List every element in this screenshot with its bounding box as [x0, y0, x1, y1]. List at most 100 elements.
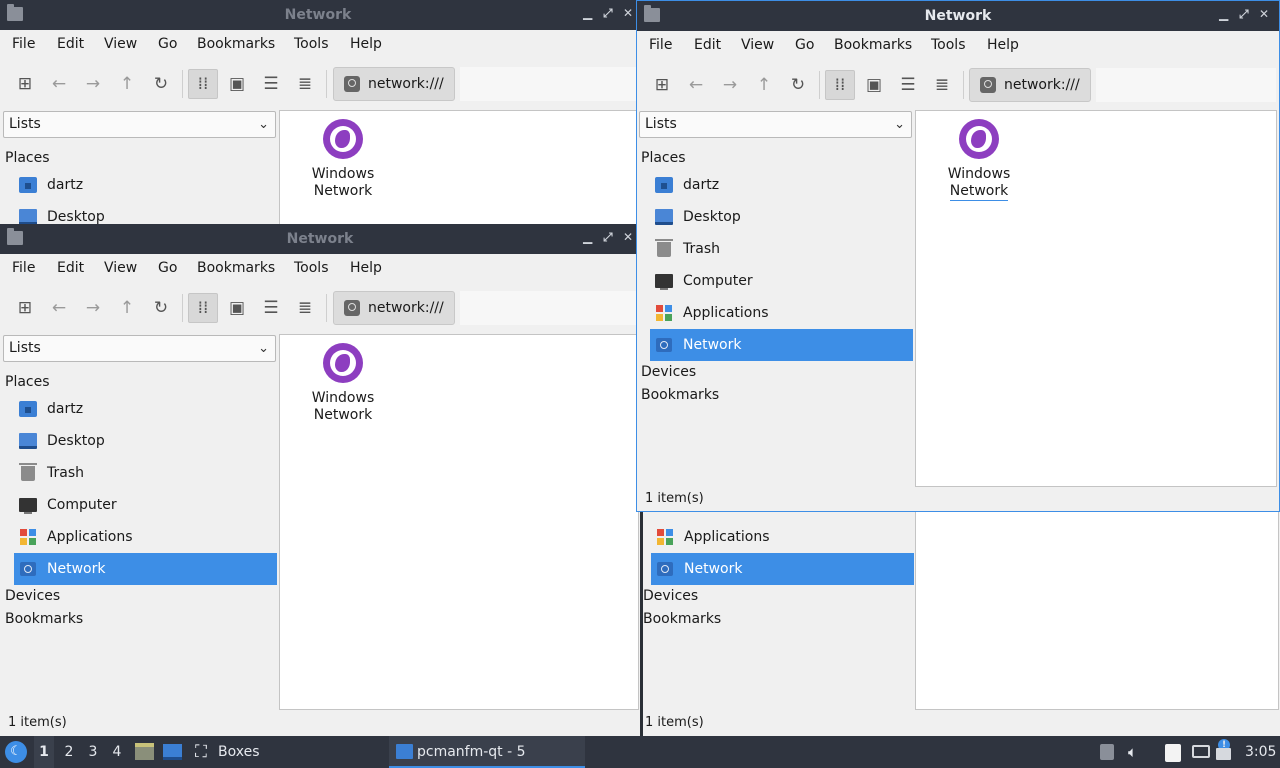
- forward-icon[interactable]: →: [78, 69, 108, 99]
- boxes-icon[interactable]: ⛶: [195, 736, 207, 768]
- boxes-launcher-label[interactable]: Boxes: [218, 736, 260, 768]
- menu-file[interactable]: File: [12, 36, 35, 52]
- back-icon[interactable]: ←: [44, 69, 74, 99]
- icon-view-icon[interactable]: ⁞⁞: [825, 70, 855, 100]
- icon-view-icon[interactable]: ⁞⁞: [188, 69, 218, 99]
- places-header[interactable]: Places: [641, 150, 686, 166]
- menu-bookmarks[interactable]: Bookmarks: [834, 37, 912, 53]
- workspace-4[interactable]: 4: [108, 736, 126, 768]
- detailed-list-icon[interactable]: ≣: [290, 69, 320, 99]
- file-view[interactable]: [915, 500, 1279, 710]
- task-button-pcmanfm[interactable]: pcmanfm-qt - 5 windo…: [389, 736, 585, 768]
- compact-view-icon[interactable]: ☰: [256, 69, 286, 99]
- back-icon[interactable]: ←: [681, 70, 711, 100]
- bookmarks-header[interactable]: Bookmarks: [5, 611, 83, 627]
- devices-header[interactable]: Devices: [641, 364, 696, 380]
- menu-go[interactable]: Go: [158, 36, 177, 52]
- app-menu-icon[interactable]: ☾: [5, 741, 27, 763]
- compact-view-icon[interactable]: ☰: [893, 70, 923, 100]
- new-tab-icon[interactable]: ⊞: [10, 293, 40, 323]
- file-item-windows-network[interactable]: Windows Network: [298, 119, 388, 200]
- sidebar-item-applications[interactable]: Applications: [651, 521, 914, 553]
- menu-tools[interactable]: Tools: [294, 36, 329, 52]
- menu-edit[interactable]: Edit: [694, 37, 721, 53]
- close-icon[interactable]: ✕: [623, 230, 633, 244]
- menu-bookmarks[interactable]: Bookmarks: [197, 260, 275, 276]
- window-titlebar[interactable]: Network ▁ ⤢ ✕: [0, 224, 640, 254]
- sidebar-item-dartz[interactable]: dartz: [14, 169, 277, 201]
- path-button[interactable]: network:///: [333, 67, 455, 101]
- menu-help[interactable]: Help: [350, 36, 382, 52]
- sidebar-item-dartz[interactable]: dartz: [650, 169, 913, 201]
- network-status-icon[interactable]: [1192, 745, 1210, 758]
- sidebar-item-network[interactable]: Network: [651, 553, 914, 585]
- menu-file[interactable]: File: [649, 37, 672, 53]
- side-pane-mode-select[interactable]: Lists ⌄: [639, 111, 912, 138]
- menu-tools[interactable]: Tools: [931, 37, 966, 53]
- minimize-icon[interactable]: ▁: [583, 230, 592, 244]
- up-icon[interactable]: ↑: [112, 69, 142, 99]
- file-manager-launcher-icon[interactable]: [135, 743, 154, 760]
- sidebar-item-desktop[interactable]: Desktop: [14, 425, 277, 457]
- sidebar-item-dartz[interactable]: dartz: [14, 393, 277, 425]
- menu-edit[interactable]: Edit: [57, 36, 84, 52]
- up-icon[interactable]: ↑: [749, 70, 779, 100]
- sidebar-item-applications[interactable]: Applications: [14, 521, 277, 553]
- menu-bookmarks[interactable]: Bookmarks: [197, 36, 275, 52]
- new-tab-icon[interactable]: ⊞: [647, 70, 677, 100]
- file-view[interactable]: Windows Network: [279, 110, 636, 224]
- menu-go[interactable]: Go: [795, 37, 814, 53]
- reload-icon[interactable]: ↻: [783, 70, 813, 100]
- side-pane-mode-select[interactable]: Lists ⌄: [3, 335, 276, 362]
- menu-view[interactable]: View: [741, 37, 774, 53]
- places-header[interactable]: Places: [5, 374, 50, 390]
- devices-header[interactable]: Devices: [643, 588, 698, 604]
- side-pane-mode-select[interactable]: Lists ⌄: [3, 111, 276, 138]
- reload-icon[interactable]: ↻: [146, 293, 176, 323]
- file-item-windows-network[interactable]: Windows Network: [934, 119, 1024, 201]
- forward-icon[interactable]: →: [715, 70, 745, 100]
- file-view[interactable]: Windows Network: [279, 334, 639, 710]
- menu-help[interactable]: Help: [350, 260, 382, 276]
- new-tab-icon[interactable]: ⊞: [10, 69, 40, 99]
- workspace-1[interactable]: 1: [34, 736, 54, 768]
- sidebar-item-applications[interactable]: Applications: [650, 297, 913, 329]
- updates-icon[interactable]: [1216, 748, 1231, 760]
- close-icon[interactable]: ✕: [1259, 7, 1269, 21]
- sidebar-item-network[interactable]: Network: [650, 329, 913, 361]
- sidebar-item-trash[interactable]: Trash: [650, 233, 913, 265]
- path-bar[interactable]: [460, 67, 636, 101]
- thumbnail-view-icon[interactable]: ▣: [222, 69, 252, 99]
- maximize-icon[interactable]: ⤢: [603, 6, 613, 21]
- forward-icon[interactable]: →: [78, 293, 108, 323]
- menu-view[interactable]: View: [104, 36, 137, 52]
- detailed-list-icon[interactable]: ≣: [290, 293, 320, 323]
- path-bar[interactable]: [1096, 68, 1276, 102]
- menu-view[interactable]: View: [104, 260, 137, 276]
- minimize-icon[interactable]: ▁: [1219, 7, 1228, 21]
- window-titlebar[interactable]: Network ▁ ⤢ ✕: [0, 0, 636, 30]
- show-desktop-icon[interactable]: [163, 744, 182, 760]
- sidebar-item-desktop[interactable]: Desktop: [14, 201, 277, 224]
- volume-icon[interactable]: 🔈︎: [1128, 736, 1137, 768]
- removable-media-icon[interactable]: [1100, 744, 1114, 760]
- path-button[interactable]: network:///: [969, 68, 1091, 102]
- thumbnail-view-icon[interactable]: ▣: [222, 293, 252, 323]
- clock[interactable]: 3:05: [1245, 736, 1276, 768]
- maximize-icon[interactable]: ⤢: [603, 230, 613, 245]
- menu-help[interactable]: Help: [987, 37, 1019, 53]
- sidebar-item-desktop[interactable]: Desktop: [650, 201, 913, 233]
- menu-tools[interactable]: Tools: [294, 260, 329, 276]
- menu-edit[interactable]: Edit: [57, 260, 84, 276]
- thumbnail-view-icon[interactable]: ▣: [859, 70, 889, 100]
- up-icon[interactable]: ↑: [112, 293, 142, 323]
- sidebar-item-computer[interactable]: Computer: [650, 265, 913, 297]
- workspace-2[interactable]: 2: [60, 736, 78, 768]
- path-button[interactable]: network:///: [333, 291, 455, 325]
- sidebar-item-trash[interactable]: Trash: [14, 457, 277, 489]
- bookmarks-header[interactable]: Bookmarks: [641, 387, 719, 403]
- devices-header[interactable]: Devices: [5, 588, 60, 604]
- close-icon[interactable]: ✕: [623, 6, 633, 20]
- path-bar[interactable]: [460, 291, 638, 325]
- places-header[interactable]: Places: [5, 150, 50, 166]
